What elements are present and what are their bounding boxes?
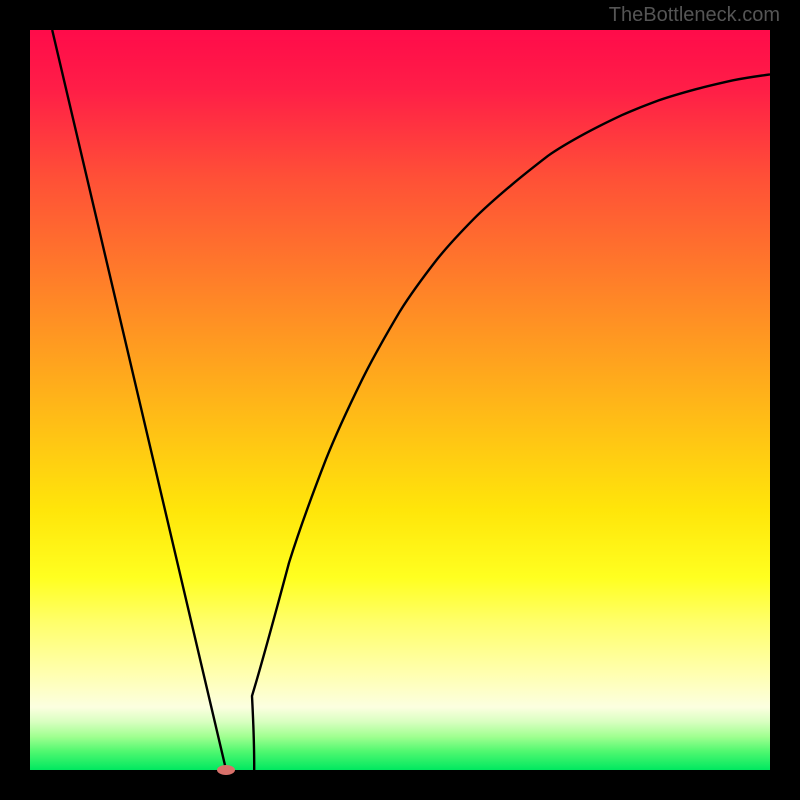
plot-area [30,30,770,770]
watermark-text: TheBottleneck.com [609,4,780,27]
bottleneck-curve [30,30,770,770]
chart-container: TheBottleneck.com [0,0,800,800]
optimal-point-marker [217,765,235,775]
